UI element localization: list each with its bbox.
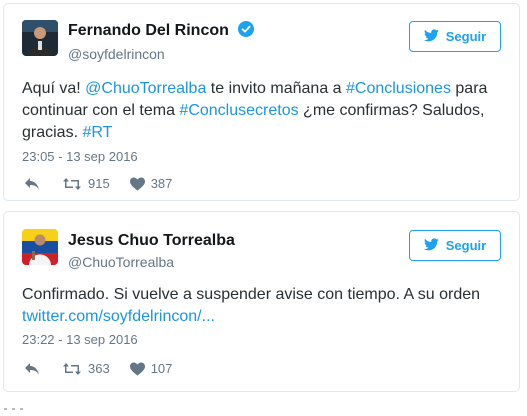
author-handle[interactable]: @ChuoTorrealba [68, 254, 174, 270]
author-name[interactable]: Fernando Del Rincon [68, 21, 255, 40]
tweet-actions: 915 387 [24, 176, 192, 191]
like-button[interactable]: 107 [129, 361, 173, 376]
follow-button-label: Seguir [445, 238, 487, 253]
retweet-icon [62, 362, 82, 376]
retweet-button[interactable]: 363 [62, 361, 110, 376]
follow-button-label: Seguir [445, 29, 487, 44]
tweet-link[interactable]: twitter.com/soyfdelrincon/... [22, 308, 215, 325]
heart-icon [129, 176, 145, 191]
like-count: 107 [150, 361, 173, 376]
reply-button[interactable] [24, 362, 40, 376]
tweet-actions: 363 107 [24, 361, 192, 376]
hashtag-link[interactable]: #RT [82, 124, 112, 141]
mention-link[interactable]: @ChuoTorrealba [85, 80, 206, 97]
hashtag-link[interactable]: #Conclusecretos [179, 102, 298, 119]
tweet-card: Fernando Del Rincon @soyfdelrincon Segui… [3, 3, 520, 201]
author-handle[interactable]: @soyfdelrincon [68, 46, 165, 62]
avatar[interactable] [22, 229, 58, 265]
page-footer-strip [0, 398, 527, 410]
author-name-text[interactable]: Fernando Del Rincon [68, 22, 229, 39]
retweet-icon [62, 177, 82, 191]
reply-button[interactable] [24, 177, 40, 191]
verified-badge-icon [238, 21, 255, 37]
reply-icon [24, 362, 40, 376]
tweet-timestamp[interactable]: 23:05 - 13 sep 2016 [22, 149, 138, 164]
twitter-bird-icon [423, 237, 439, 254]
retweet-count: 363 [88, 361, 110, 376]
tweet-text-segment: Aquí va! [22, 80, 86, 97]
like-count: 387 [150, 176, 173, 191]
retweet-button[interactable]: 915 [62, 176, 110, 191]
avatar[interactable] [22, 20, 58, 56]
follow-button[interactable]: Seguir [409, 21, 501, 52]
retweet-count: 915 [88, 176, 110, 191]
reply-icon [24, 177, 40, 191]
author-name[interactable]: Jesus Chuo Torrealba [68, 232, 235, 250]
hashtag-link[interactable]: #Conclusiones [346, 80, 451, 97]
tweet-text-segment: te invito mañana a [206, 80, 346, 97]
tweet-text-segment: Confirmado. Si vuelve a suspender avise … [22, 286, 481, 303]
tweet-text: Aquí va! @ChuoTorrealba te invito mañana… [22, 78, 508, 144]
like-button[interactable]: 387 [129, 176, 173, 191]
tweet-card: Jesus Chuo Torrealba @ChuoTorrealba Segu… [3, 211, 520, 392]
tweet-text: Confirmado. Si vuelve a suspender avise … [22, 284, 508, 328]
heart-icon [129, 361, 145, 376]
tweet-timestamp[interactable]: 23:22 - 13 sep 2016 [22, 332, 138, 347]
follow-button[interactable]: Seguir [409, 230, 501, 261]
twitter-bird-icon [423, 28, 439, 45]
